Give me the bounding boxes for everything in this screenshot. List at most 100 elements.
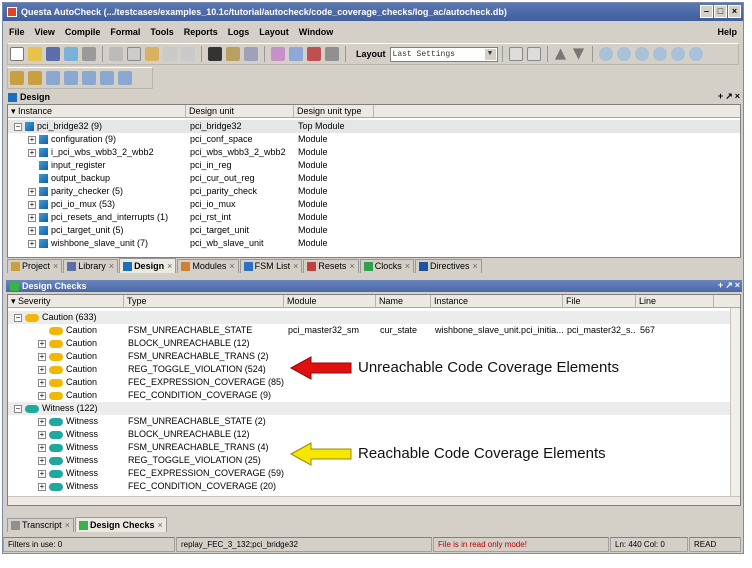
menu-formal[interactable]: Formal bbox=[110, 27, 140, 37]
tree-expander-icon[interactable]: + bbox=[38, 457, 46, 465]
column-header-type[interactable]: Type bbox=[124, 295, 284, 308]
zoom-out-icon[interactable] bbox=[616, 47, 631, 61]
column-header-instance[interactable]: Instance bbox=[431, 295, 563, 308]
save-icon[interactable] bbox=[46, 47, 60, 61]
redo-icon[interactable] bbox=[181, 47, 195, 61]
tree-expander-icon[interactable]: + bbox=[38, 379, 46, 387]
continue-icon[interactable] bbox=[118, 71, 132, 85]
tree-expander-icon[interactable]: + bbox=[28, 188, 36, 196]
check-row[interactable]: Caution FSM_UNREACHABLE_STATE pci_master32… bbox=[8, 324, 730, 337]
menu-window[interactable]: Window bbox=[299, 27, 333, 37]
tab-project[interactable]: Project × bbox=[7, 259, 63, 273]
panel-close-button[interactable]: × bbox=[735, 91, 740, 102]
checks-close-button[interactable]: × bbox=[735, 280, 740, 291]
step-icon[interactable] bbox=[46, 71, 60, 85]
tab-design-checks[interactable]: Design Checks × bbox=[74, 517, 167, 532]
tree-row[interactable]: + pci_resets_and_interrupts (1) pci_rst_in… bbox=[8, 211, 740, 224]
maximize-button[interactable]: □ bbox=[714, 5, 727, 18]
check-row[interactable]: + Witness FEC_EXPRESSION_COVERAGE (59) bbox=[8, 467, 730, 480]
close-button[interactable]: × bbox=[728, 5, 741, 18]
tab-close-icon[interactable]: × bbox=[53, 260, 58, 273]
tab-transcript[interactable]: Transcript × bbox=[7, 518, 74, 532]
tree-row[interactable]: + parity_checker (5) pci_parity_check Modul… bbox=[8, 185, 740, 198]
tree-expander-icon[interactable]: + bbox=[38, 366, 46, 374]
tab-close-icon[interactable]: × bbox=[65, 519, 70, 532]
find-icon[interactable] bbox=[208, 47, 222, 61]
column-header-name[interactable]: Name bbox=[376, 295, 431, 308]
check-row[interactable]: + Witness BLOCK_UNREACHABLE (12) bbox=[8, 428, 730, 441]
zoom-area-icon[interactable] bbox=[670, 47, 685, 61]
step-back-icon[interactable] bbox=[100, 71, 114, 85]
tree-expander-icon[interactable]: + bbox=[28, 227, 36, 235]
checks-undock-button[interactable]: ↗ bbox=[725, 280, 733, 291]
check-row[interactable]: + Caution FEC_EXPRESSION_COVERAGE (85) bbox=[8, 376, 730, 389]
menu-layout[interactable]: Layout bbox=[259, 27, 289, 37]
tree-expander-icon[interactable]: − bbox=[14, 405, 22, 413]
tree-row[interactable]: + i_pci_wbs_wbb3_2_wbb2 pci_wbs_wbb3_2_wbb… bbox=[8, 146, 740, 159]
column-header-design-unit-type[interactable]: Design unit type bbox=[294, 105, 374, 118]
group-row[interactable]: − Witness (122) bbox=[8, 402, 730, 415]
tree-expander-icon[interactable]: − bbox=[14, 123, 22, 131]
column-header-file[interactable]: File bbox=[563, 295, 636, 308]
tab-close-icon[interactable]: × bbox=[229, 260, 234, 273]
tree-expander-icon[interactable]: + bbox=[38, 444, 46, 452]
zoom-full-icon[interactable] bbox=[652, 47, 667, 61]
check-row[interactable]: + Caution FEC_CONDITION_COVERAGE (9) bbox=[8, 389, 730, 402]
menu-compile[interactable]: Compile bbox=[65, 27, 101, 37]
tab-modules[interactable]: Modules × bbox=[177, 259, 239, 273]
arrow-up-icon[interactable] bbox=[554, 48, 567, 60]
horizontal-scrollbar[interactable] bbox=[8, 496, 740, 505]
tree-row[interactable]: + pci_target_unit (5) pci_target_unit Modul… bbox=[8, 224, 740, 237]
tree-row[interactable]: output_backup pci_cur_out_reg Module bbox=[8, 172, 740, 185]
column-header-instance[interactable]: ▾ Instance bbox=[8, 105, 186, 118]
tree-expander-icon[interactable]: + bbox=[28, 214, 36, 222]
step-out-icon[interactable] bbox=[82, 71, 96, 85]
tree-expander-icon[interactable]: + bbox=[38, 470, 46, 478]
zoom-fit-icon[interactable] bbox=[634, 47, 649, 61]
tree-expander-icon[interactable]: + bbox=[38, 418, 46, 426]
menu-file[interactable]: File bbox=[9, 27, 25, 37]
tab-close-icon[interactable]: × bbox=[167, 260, 172, 273]
open-folder-icon[interactable] bbox=[28, 47, 42, 61]
column-header-severity[interactable]: ▾ Severity bbox=[8, 295, 124, 308]
tree-row[interactable]: − pci_bridge32 (9) pci_bridge32 Top Module bbox=[8, 120, 740, 133]
step-over-icon[interactable] bbox=[64, 71, 78, 85]
tree-row[interactable]: + wishbone_slave_unit (7) pci_wb_slave_uni… bbox=[8, 237, 740, 250]
tree-expander-icon[interactable]: + bbox=[38, 431, 46, 439]
column-header-module[interactable]: Module bbox=[284, 295, 376, 308]
minimize-button[interactable]: – bbox=[700, 5, 713, 18]
tab-close-icon[interactable]: × bbox=[473, 260, 478, 273]
tree-expander-icon[interactable]: + bbox=[38, 353, 46, 361]
menu-logs[interactable]: Logs bbox=[228, 27, 250, 37]
column-header-line[interactable]: Line bbox=[636, 295, 714, 308]
checks-dock-button[interactable]: + bbox=[718, 280, 723, 291]
column-header-design-unit[interactable]: Design unit bbox=[186, 105, 294, 118]
check-row[interactable]: + Witness FEC_CONDITION_COVERAGE (20) bbox=[8, 480, 730, 493]
run-check-icon[interactable] bbox=[271, 47, 285, 61]
table-icon[interactable] bbox=[289, 47, 303, 61]
tab-close-icon[interactable]: × bbox=[405, 260, 410, 273]
tree-row[interactable]: + configuration (9) pci_conf_space Module bbox=[8, 133, 740, 146]
document-copy-icon[interactable] bbox=[526, 47, 541, 61]
tree-expander-icon[interactable]: + bbox=[38, 483, 46, 491]
panel-undock-button[interactable]: ↗ bbox=[725, 91, 733, 102]
arrow-down-icon[interactable] bbox=[572, 48, 585, 60]
menu-tools[interactable]: Tools bbox=[150, 27, 173, 37]
tab-close-icon[interactable]: × bbox=[157, 519, 162, 532]
zoom-in-icon[interactable] bbox=[598, 47, 613, 61]
document-icon[interactable] bbox=[508, 47, 523, 61]
tab-close-icon[interactable]: × bbox=[293, 260, 298, 273]
tree-expander-icon[interactable]: + bbox=[38, 340, 46, 348]
tree-expander-icon[interactable]: + bbox=[28, 201, 36, 209]
tree-expander-icon[interactable]: + bbox=[28, 149, 36, 157]
group-row[interactable]: − Caution (633) bbox=[8, 311, 730, 324]
zoom-selection-icon[interactable] bbox=[688, 47, 703, 61]
paste-icon[interactable] bbox=[145, 47, 159, 61]
menu-reports[interactable]: Reports bbox=[184, 27, 218, 37]
menu-help[interactable]: Help bbox=[717, 27, 737, 37]
tab-library[interactable]: Library × bbox=[63, 259, 119, 273]
tree-expander-icon[interactable]: + bbox=[38, 392, 46, 400]
check-row[interactable]: + Caution BLOCK_UNREACHABLE (12) bbox=[8, 337, 730, 350]
panel-dock-button[interactable]: + bbox=[718, 91, 723, 102]
tab-directives[interactable]: Directives × bbox=[414, 259, 482, 273]
